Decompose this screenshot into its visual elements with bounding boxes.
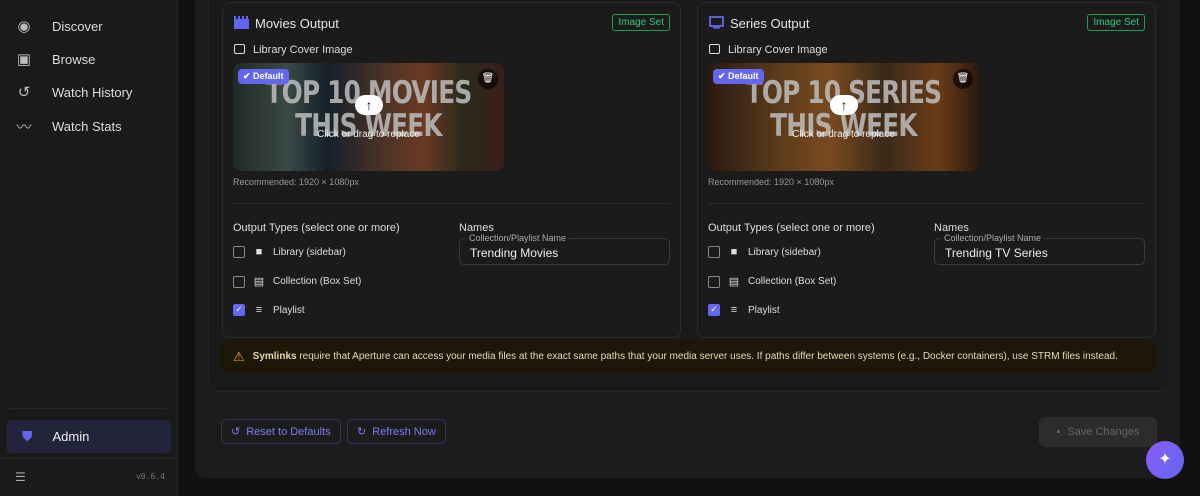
nav-label: Browse <box>52 52 95 67</box>
history-icon: ↺ <box>14 83 34 101</box>
symlinks-warning: ⚠ Symlinks require that Aperture can acc… <box>221 340 1157 373</box>
replace-hint: Click or drag to replace <box>708 129 979 140</box>
reset-icon: ↺ <box>231 425 240 438</box>
playlist-name-input[interactable]: Collection/Playlist NameTrending TV Seri… <box>934 238 1145 265</box>
delete-image-button[interactable]: 🗑 <box>953 69 973 89</box>
option-label: Playlist <box>748 305 780 316</box>
nav-label: Discover <box>52 19 103 34</box>
warning-text: Symlinks require that Aperture can acces… <box>253 351 1118 362</box>
recommended-size: Recommended: 1920 × 1080px <box>708 177 834 187</box>
divider <box>708 203 1145 204</box>
sidebar-item-admin[interactable]: ⛊ Admin <box>6 420 171 453</box>
collection-icon: ▤ <box>728 275 740 288</box>
checkbox[interactable] <box>708 246 720 258</box>
stats-icon: 〰 <box>14 116 34 137</box>
button-label: Reset to Defaults <box>246 426 330 438</box>
cover-image-dropzone[interactable]: TOP 10 SERIES THIS WEEK ↑ Click or drag … <box>708 63 979 171</box>
button-label: Save Changes <box>1067 426 1139 438</box>
default-badge: ✔ Default <box>713 69 764 84</box>
option-collection[interactable]: ▤ Collection (Box Set) <box>708 275 836 288</box>
playlist-icon: ≡ <box>728 304 740 316</box>
default-label: Default <box>728 71 759 81</box>
compass-icon: ◉ <box>14 17 34 35</box>
series-output-panel: Series Output Image Set Library Cover Im… <box>697 2 1156 338</box>
collapse-sidebar-icon[interactable]: ☰ <box>15 470 26 484</box>
cover-image-label: Library Cover Image <box>728 44 828 56</box>
sidebar: ◉ Discover ▣ Browse ↺ Watch History 〰 Watch … <box>0 0 178 496</box>
shield-icon: ⛊ <box>22 428 33 445</box>
button-label: Refresh Now <box>372 426 436 438</box>
cover-image-label: Library Cover Image <box>253 44 353 56</box>
playlist-name-input[interactable]: Collection/Playlist NameTrending Movies <box>459 238 670 265</box>
default-badge: ✔ Default <box>238 69 289 84</box>
divider <box>10 408 167 409</box>
nav-label: Watch History <box>52 85 132 100</box>
output-types-label: Output Types (select one or more) <box>708 222 875 234</box>
image-icon <box>234 44 245 54</box>
option-label: Library (sidebar) <box>748 247 821 258</box>
default-label: Default <box>253 71 284 81</box>
option-library[interactable]: ■ Library (sidebar) <box>708 246 821 258</box>
cover-image-dropzone[interactable]: TOP 10 MOVIES THIS WEEK ↑ Click or drag … <box>233 63 504 171</box>
folder-icon: ■ <box>253 246 265 258</box>
tv-icon <box>709 16 724 29</box>
replace-hint: Click or drag to replace <box>233 129 504 140</box>
checkbox-checked[interactable]: ✓ <box>233 304 245 316</box>
play-library-icon: ▣ <box>14 50 34 68</box>
image-icon <box>709 44 720 54</box>
collection-icon: ▤ <box>253 275 265 288</box>
refresh-now-button[interactable]: ↻ Refresh Now <box>347 419 446 444</box>
warning-body: require that Aperture can access your me… <box>297 351 1118 362</box>
delete-image-button[interactable]: 🗑 <box>478 69 498 89</box>
ai-assistant-button[interactable]: ✦ <box>1146 441 1184 479</box>
sidebar-item-discover[interactable]: ◉ Discover <box>14 17 103 35</box>
field-label: Collection/Playlist Name <box>941 233 1044 243</box>
save-changes-button[interactable]: ▪ Save Changes <box>1039 417 1157 447</box>
option-playlist[interactable]: ✓ ≡ Playlist <box>233 304 305 316</box>
option-playlist[interactable]: ✓ ≡ Playlist <box>708 304 780 316</box>
reset-to-defaults-button[interactable]: ↺ Reset to Defaults <box>221 419 341 444</box>
option-label: Library (sidebar) <box>273 247 346 258</box>
divider <box>233 203 670 204</box>
movies-output-panel: Movies Output Image Set Library Cover Im… <box>222 2 681 338</box>
warning-bold: Symlinks <box>253 351 297 362</box>
field-value: Trending Movies <box>470 246 558 260</box>
recommended-size: Recommended: 1920 × 1080px <box>233 177 359 187</box>
sidebar-item-browse[interactable]: ▣ Browse <box>14 50 95 68</box>
checkbox[interactable] <box>233 276 245 288</box>
warning-icon: ⚠ <box>233 349 245 365</box>
divider <box>0 458 177 459</box>
image-set-badge: Image Set <box>612 14 670 31</box>
field-value: Trending TV Series <box>945 246 1048 260</box>
upload-cloud-icon: ↑ <box>355 95 383 115</box>
panel-title: Series Output <box>730 16 810 31</box>
panel-title: Movies Output <box>255 16 339 31</box>
option-library[interactable]: ■ Library (sidebar) <box>233 246 346 258</box>
checkbox-checked[interactable]: ✓ <box>708 304 720 316</box>
option-collection[interactable]: ▤ Collection (Box Set) <box>233 275 361 288</box>
option-label: Playlist <box>273 305 305 316</box>
upload-cloud-icon: ↑ <box>830 95 858 115</box>
option-label: Collection (Box Set) <box>748 276 836 287</box>
field-label: Collection/Playlist Name <box>466 233 569 243</box>
checkbox[interactable] <box>233 246 245 258</box>
save-icon: ▪ <box>1056 426 1060 438</box>
sparkles-icon: ✦ <box>1158 451 1171 468</box>
folder-icon: ■ <box>728 246 740 258</box>
sidebar-item-watch-history[interactable]: ↺ Watch History <box>14 83 132 101</box>
checkbox[interactable] <box>708 276 720 288</box>
sidebar-item-watch-stats[interactable]: 〰 Watch Stats <box>14 116 122 137</box>
image-set-badge: Image Set <box>1087 14 1145 31</box>
version-label: v0.6.4 <box>136 472 165 481</box>
nav-label: Watch Stats <box>52 119 122 134</box>
refresh-icon: ↻ <box>357 425 366 438</box>
option-label: Collection (Box Set) <box>273 276 361 287</box>
clapperboard-icon <box>234 16 249 29</box>
playlist-icon: ≡ <box>253 304 265 316</box>
output-types-label: Output Types (select one or more) <box>233 222 400 234</box>
nav-label: Admin <box>53 429 90 444</box>
